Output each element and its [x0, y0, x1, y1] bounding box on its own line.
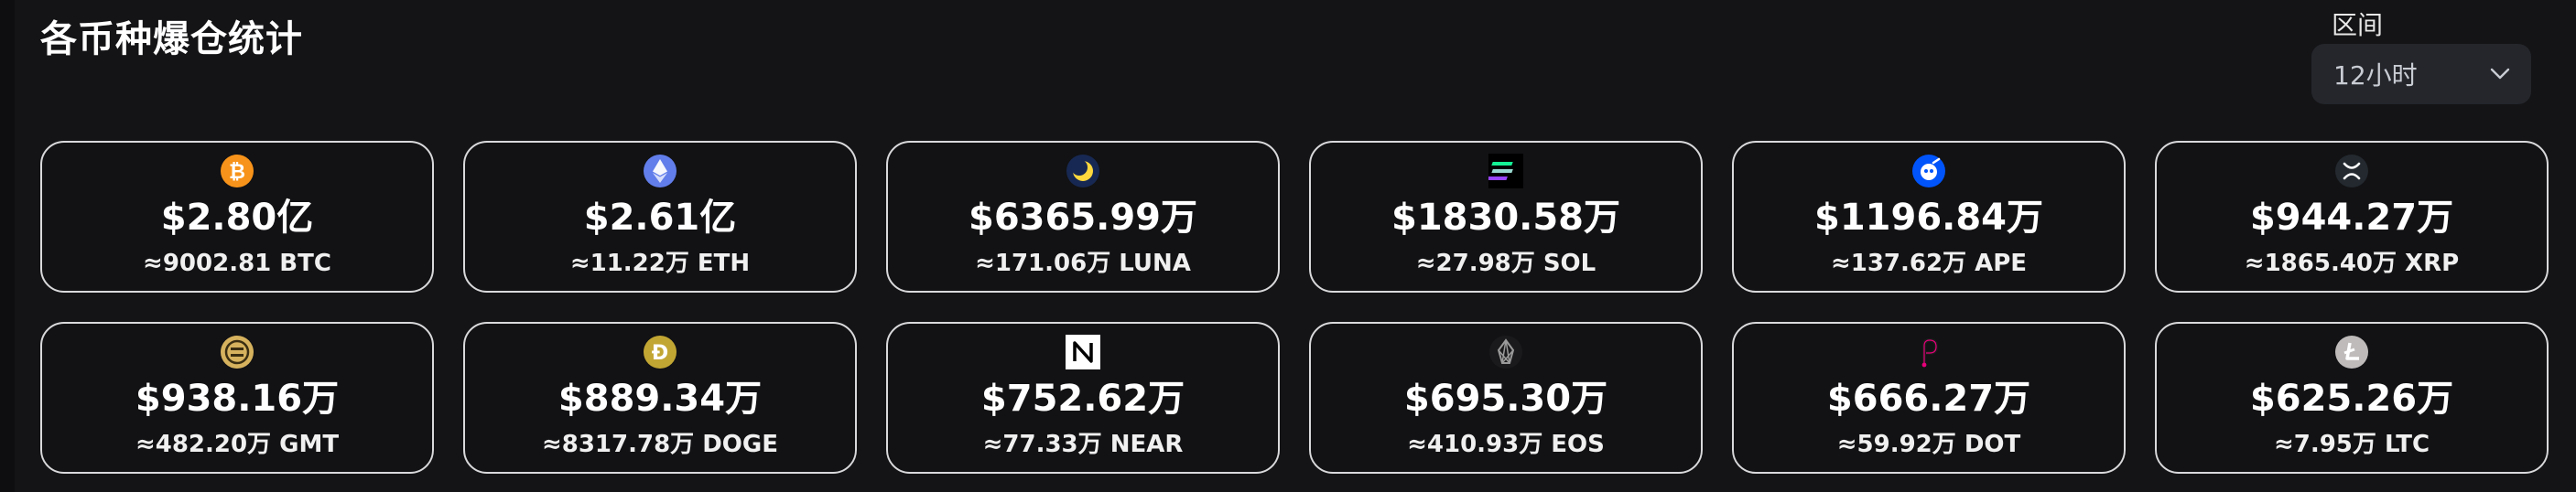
liquidation-amount: $666.27万 — [1826, 378, 2031, 420]
liquidation-amount: $889.34万 — [557, 378, 763, 420]
liquidation-quantity: ≈171.06万 LUNA — [975, 250, 1191, 277]
liquidation-quantity: ≈8317.78万 DOGE — [541, 431, 779, 458]
coin-card-ltc[interactable]: $625.26万 ≈7.95万 LTC — [2155, 322, 2549, 474]
coin-card-dot[interactable]: $666.27万 ≈59.92万 DOT — [1732, 322, 2126, 474]
ape-icon — [1911, 154, 1946, 188]
liquidation-quantity: ≈410.93万 EOS — [1407, 431, 1605, 458]
liquidation-amount: $2.80亿 — [160, 197, 314, 239]
liquidation-quantity: ≈9002.81 BTC — [143, 250, 331, 277]
liquidation-stats-panel: 各币种爆仓统计 区间 12小时 ₿ $2.80亿 ≈9002.81 BTC $2… — [0, 0, 2576, 492]
coin-card-xrp[interactable]: $944.27万 ≈1865.40万 XRP — [2155, 141, 2549, 293]
liquidation-amount: $938.16万 — [135, 378, 340, 420]
eos-icon — [1488, 335, 1523, 369]
liquidation-quantity: ≈59.92万 DOT — [1836, 431, 2021, 458]
coin-card-luna[interactable]: $6365.99万 ≈171.06万 LUNA — [886, 141, 1280, 293]
liquidation-quantity: ≈1865.40万 XRP — [2244, 250, 2460, 277]
near-icon — [1066, 335, 1100, 369]
eth-icon — [643, 154, 677, 188]
coin-card-eos[interactable]: $695.30万 ≈410.93万 EOS — [1309, 322, 1703, 474]
btc-icon: ₿ — [220, 154, 254, 188]
liquidation-amount: $2.61亿 — [583, 197, 737, 239]
liquidation-amount: $695.30万 — [1403, 378, 1608, 420]
liquidation-amount: $1830.58万 — [1391, 197, 1621, 239]
liquidation-quantity: ≈7.95万 LTC — [2273, 431, 2430, 458]
range-label: 区间 — [2332, 10, 2384, 40]
liquidation-amount: $752.62万 — [980, 378, 1185, 420]
xrp-icon — [2334, 154, 2369, 188]
dot-icon — [1911, 335, 1946, 369]
liquidation-quantity: ≈482.20万 GMT — [135, 431, 340, 458]
coin-card-doge[interactable]: Ð $889.34万 ≈8317.78万 DOGE — [463, 322, 857, 474]
liquidation-amount: $625.26万 — [2249, 378, 2454, 420]
svg-text:Ð: Ð — [652, 342, 668, 365]
liquidation-quantity: ≈137.62万 APE — [1830, 250, 2028, 277]
range-selected-value: 12小时 — [2333, 60, 2418, 91]
liquidation-amount: $6365.99万 — [968, 197, 1198, 239]
coin-grid: ₿ $2.80亿 ≈9002.81 BTC $2.61亿 ≈11.22万 ETH… — [40, 141, 2549, 474]
chevron-down-icon — [2489, 63, 2511, 85]
ltc-icon — [2334, 335, 2369, 369]
liquidation-quantity: ≈77.33万 NEAR — [982, 431, 1184, 458]
coin-card-btc[interactable]: ₿ $2.80亿 ≈9002.81 BTC — [40, 141, 434, 293]
doge-icon: Ð — [643, 335, 677, 369]
range-dropdown[interactable]: 12小时 — [2311, 44, 2531, 104]
svg-text:₿: ₿ — [229, 161, 245, 184]
gmt-icon — [220, 335, 254, 369]
sol-icon — [1488, 154, 1523, 188]
luna-icon — [1066, 154, 1100, 188]
coin-card-gmt[interactable]: $938.16万 ≈482.20万 GMT — [40, 322, 434, 474]
liquidation-amount: $1196.84万 — [1813, 197, 2044, 239]
coin-card-ape[interactable]: $1196.84万 ≈137.62万 APE — [1732, 141, 2126, 293]
page-title: 各币种爆仓统计 — [40, 18, 303, 60]
left-edge-strip — [0, 0, 15, 492]
coin-card-sol[interactable]: $1830.58万 ≈27.98万 SOL — [1309, 141, 1703, 293]
coin-card-near[interactable]: $752.62万 ≈77.33万 NEAR — [886, 322, 1280, 474]
liquidation-quantity: ≈11.22万 ETH — [569, 250, 751, 277]
liquidation-amount: $944.27万 — [2249, 197, 2454, 239]
liquidation-quantity: ≈27.98万 SOL — [1415, 250, 1596, 277]
coin-card-eth[interactable]: $2.61亿 ≈11.22万 ETH — [463, 141, 857, 293]
